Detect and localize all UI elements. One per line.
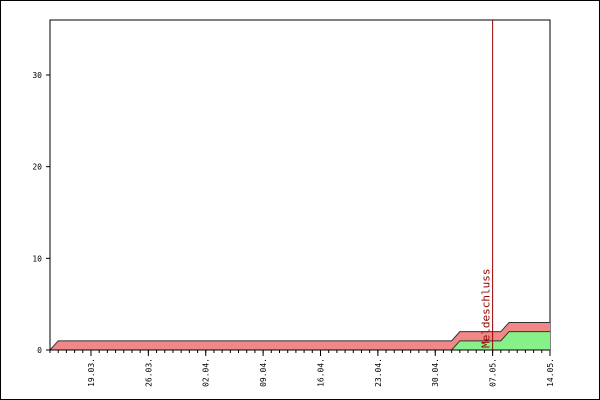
x-tick-label: 23.04. (374, 358, 383, 387)
x-tick-label: 19.03. (87, 358, 96, 387)
y-tick-label: 20 (32, 163, 42, 172)
y-tick-label: 10 (32, 254, 42, 263)
x-tick-label: 30.04. (431, 358, 440, 387)
x-tick-label: 16.04. (316, 358, 325, 387)
x-tick-label: 14.05. (546, 358, 555, 387)
y-tick-label: 0 (37, 346, 42, 355)
deadline-label: Meldeschluss (480, 269, 493, 348)
area-chart: 19.03. 26.03. 02.04. 09.04. 16.04. 23.04. 30.0… (32, 19, 555, 387)
x-tick-label: 26.03. (144, 358, 153, 387)
y-tick-label: 30 (32, 71, 42, 80)
x-tick-label: 09.04. (259, 358, 268, 387)
x-tick-label: 02.04. (202, 358, 211, 387)
x-tick-label: 07.05. (489, 358, 498, 387)
plot-area (49, 19, 551, 351)
